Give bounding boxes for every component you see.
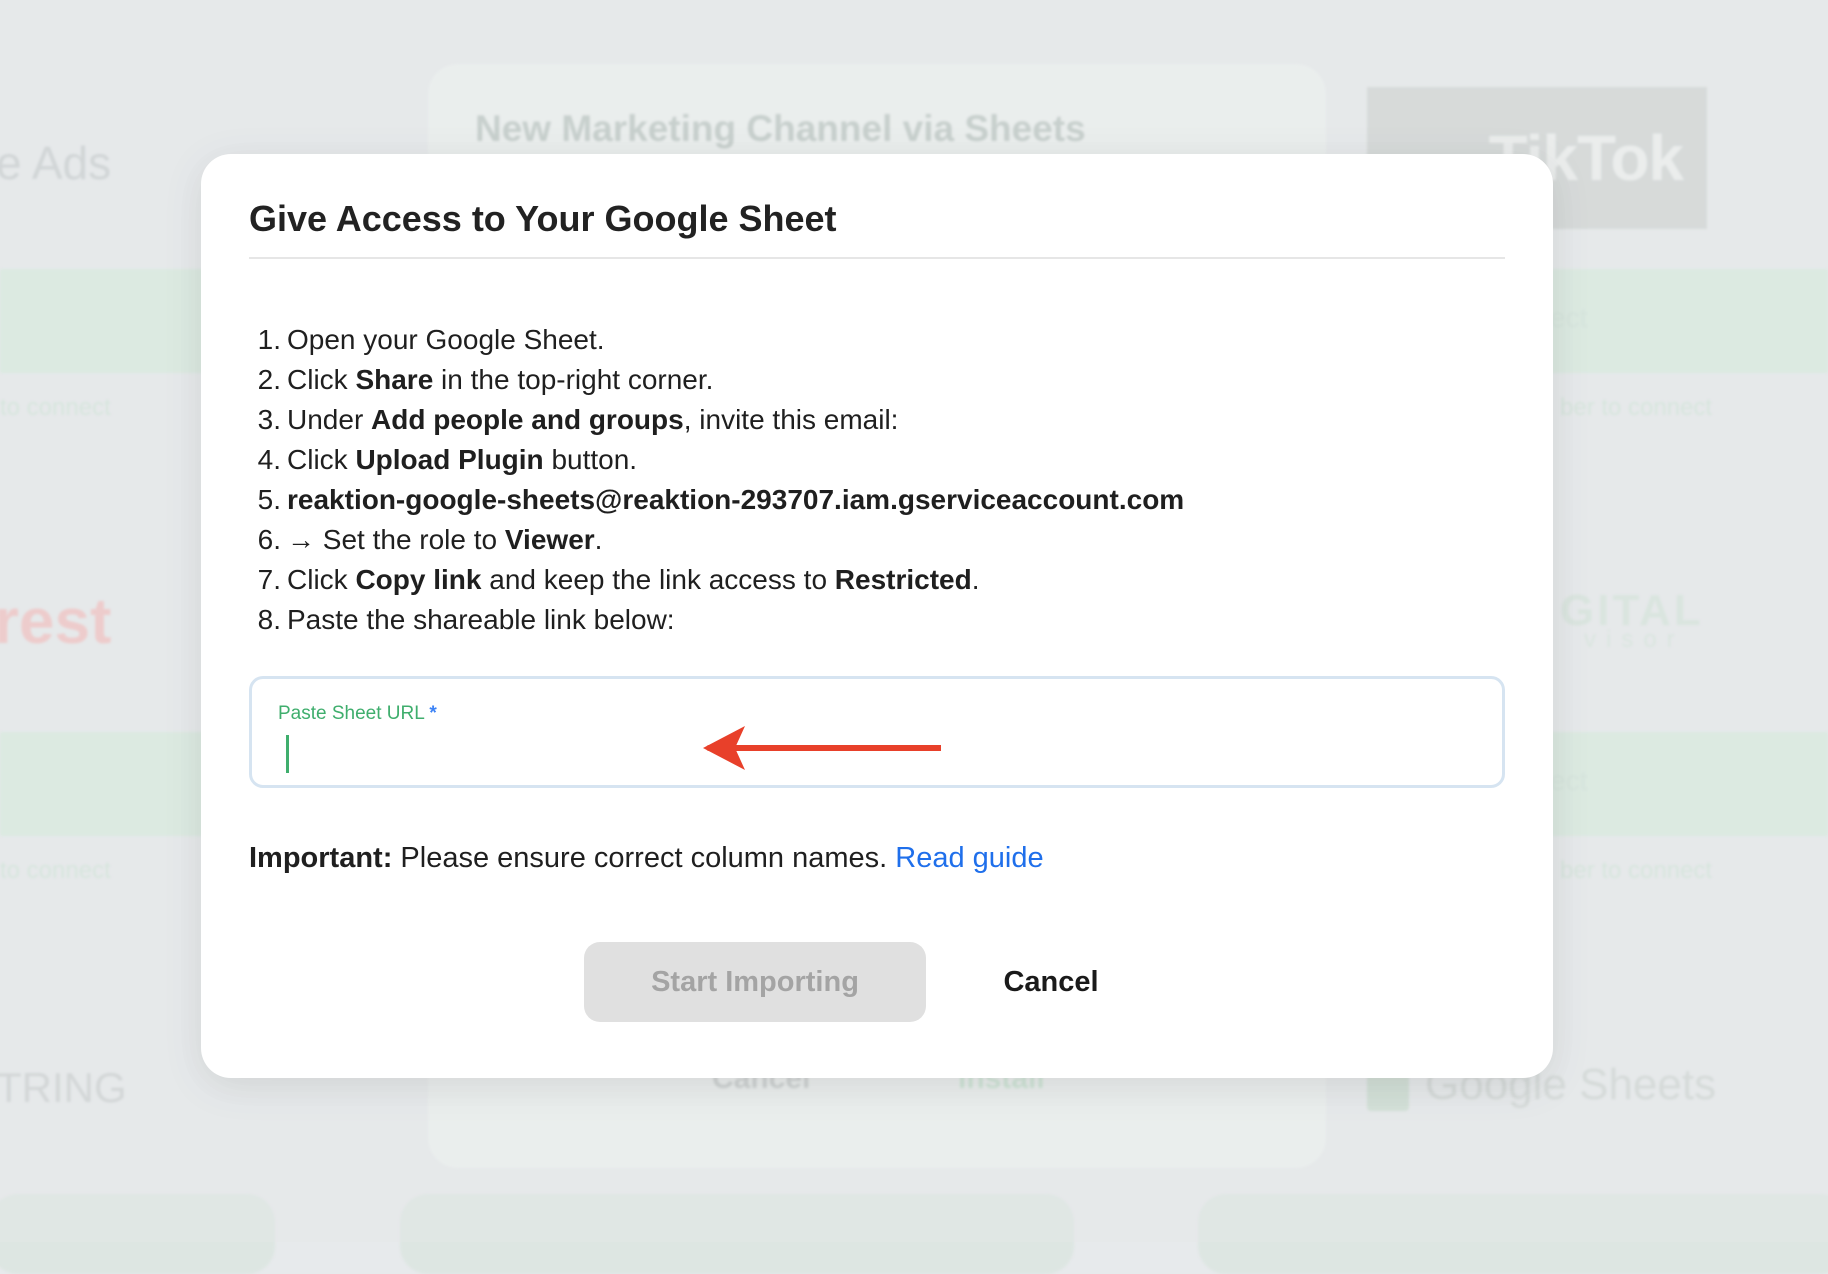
instruction-step: 1. Open your Google Sheet. [257, 324, 605, 355]
service-account-email[interactable]: reaktion-google-sheets@reaktion-293707.i… [287, 480, 1184, 520]
sheet-url-label: Paste Sheet URL * [278, 703, 437, 724]
instruction-step: 2. Click Share in the top-right corner. [257, 364, 714, 395]
start-importing-button[interactable]: Start Importing [584, 942, 926, 1022]
instruction-step: 3. Under Add people and groups, invite th… [257, 404, 899, 435]
instruction-step: 5. reaktion-google-sheets@reaktion-293707… [249, 480, 1509, 520]
instruction-step: 4. Click Upload Plugin button. [257, 444, 638, 475]
text-cursor [286, 735, 289, 773]
instruction-step: 6. → Set the role to Viewer. [257, 524, 603, 555]
instruction-step: 7. Click Copy link and keep the link acce… [257, 564, 980, 595]
instruction-step: 8. Paste the shareable link below: [257, 604, 675, 635]
instruction-list: 1. Open your Google Sheet. 2. Click Share … [249, 320, 1509, 640]
cancel-button[interactable]: Cancel [961, 942, 1141, 1022]
dialog-title: Give Access to Your Google Sheet [249, 198, 837, 239]
google-sheet-access-dialog: Give Access to Your Google Sheet 1. Open … [201, 154, 1553, 1078]
read-guide-link[interactable]: Read guide [895, 842, 1043, 874]
important-note: Important: Please ensure correct column … [249, 842, 1044, 874]
divider [249, 257, 1505, 259]
annotation-arrow-icon [703, 726, 941, 770]
required-marker: * [429, 703, 437, 724]
